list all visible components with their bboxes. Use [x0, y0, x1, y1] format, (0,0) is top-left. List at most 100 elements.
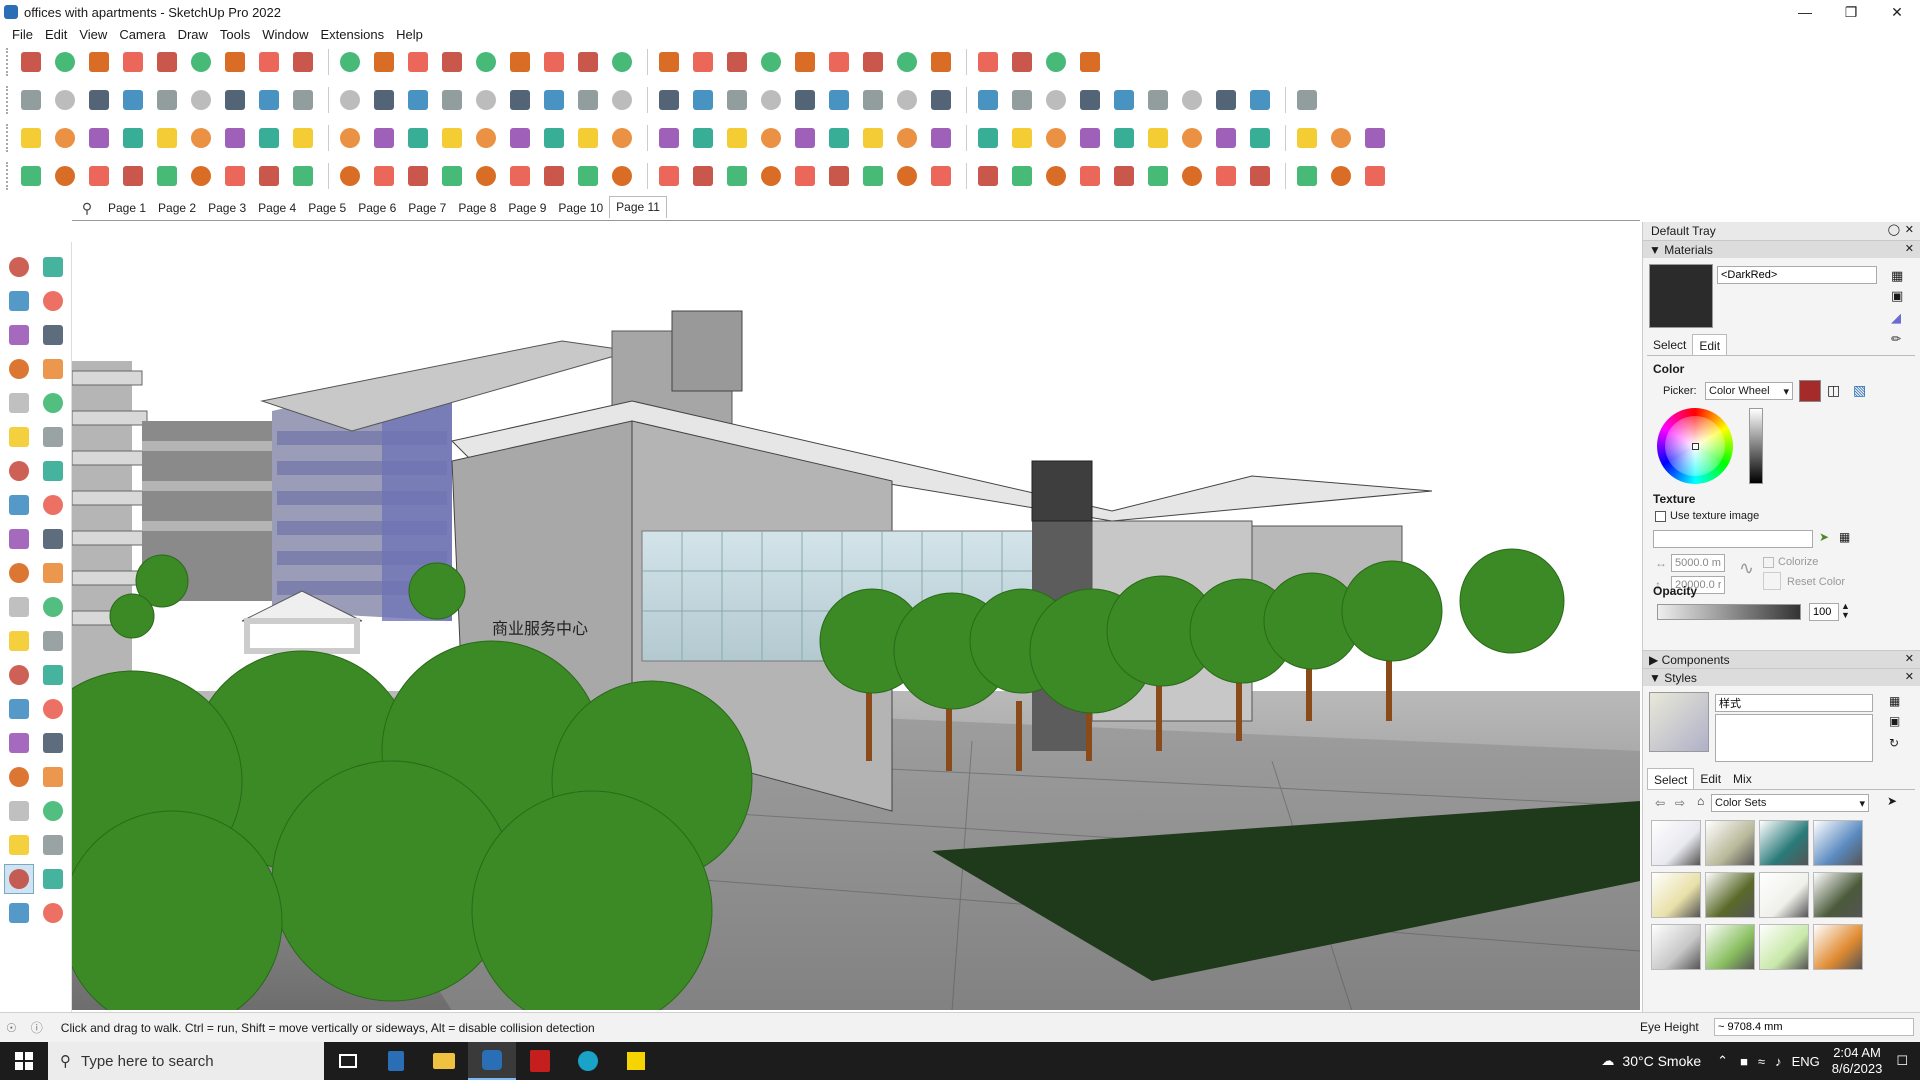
plugin-21-icon[interactable]: [722, 123, 752, 153]
plugin-28-icon[interactable]: [973, 123, 1003, 153]
plugin-26-icon[interactable]: [892, 123, 922, 153]
tape-icon[interactable]: [38, 320, 68, 350]
weather-text[interactable]: 30°C Smoke: [1622, 1053, 1701, 1069]
zoom-window-icon[interactable]: [38, 762, 68, 792]
line-19-icon[interactable]: [654, 161, 684, 191]
line-23-icon[interactable]: [790, 161, 820, 191]
sandbox-1-icon[interactable]: [722, 85, 752, 115]
plugin-25-icon[interactable]: [858, 123, 888, 153]
tray-overflow-icon[interactable]: ⌃: [1717, 1053, 1728, 1069]
create-style-icon[interactable]: ▣: [1889, 714, 1900, 728]
line-8-icon[interactable]: [254, 161, 284, 191]
color-wheel[interactable]: [1657, 408, 1733, 484]
plugin-39-icon[interactable]: [1360, 123, 1390, 153]
sandbox-7-icon[interactable]: [926, 85, 956, 115]
pan-icon[interactable]: [539, 47, 569, 77]
protractor-icon[interactable]: [4, 660, 34, 690]
style-thumbnail-item[interactable]: [1705, 872, 1755, 918]
style-name-field[interactable]: [1715, 694, 1873, 712]
plugin-9-icon[interactable]: [288, 123, 318, 153]
line-22-icon[interactable]: [756, 161, 786, 191]
home-icon[interactable]: ⌂: [1697, 794, 1704, 808]
toolbar-grip[interactable]: [6, 162, 10, 190]
geo-location-icon[interactable]: ☉: [6, 1021, 17, 1035]
left-view-icon[interactable]: [186, 85, 216, 115]
eraser-icon[interactable]: [84, 47, 114, 77]
arc-icon[interactable]: [4, 456, 34, 486]
line-39-icon[interactable]: [1360, 161, 1390, 191]
outliner-icon[interactable]: [38, 898, 68, 928]
plugin-22-icon[interactable]: [756, 123, 786, 153]
menu-tools[interactable]: Tools: [214, 27, 256, 42]
sandbox-5-icon[interactable]: [858, 85, 888, 115]
line-24-icon[interactable]: [824, 161, 854, 191]
ruby-icon[interactable]: [688, 85, 718, 115]
calculator-app-icon[interactable]: [372, 1042, 420, 1080]
minimize-button[interactable]: —: [1782, 0, 1828, 24]
warehouse-icon[interactable]: [1075, 47, 1105, 77]
menu-file[interactable]: File: [6, 27, 39, 42]
text-icon[interactable]: [38, 626, 68, 656]
line-13-icon[interactable]: [437, 161, 467, 191]
picker-select[interactable]: Color Wheel ▾: [1705, 382, 1793, 400]
tab-page-2[interactable]: Page 2: [152, 198, 202, 218]
front-view-icon[interactable]: [84, 85, 114, 115]
house-2-icon[interactable]: [539, 85, 569, 115]
use-texture-checkbox[interactable]: [1655, 510, 1666, 522]
plugin-33-icon[interactable]: [1143, 123, 1173, 153]
plugin-30-icon[interactable]: [1041, 123, 1071, 153]
reset-color-swatch[interactable]: [1763, 572, 1781, 590]
line-31-icon[interactable]: [1075, 161, 1105, 191]
texture-width-field[interactable]: [1671, 554, 1725, 572]
circle-icon[interactable]: [4, 422, 34, 452]
pan-icon[interactable]: [38, 728, 68, 758]
line-12-icon[interactable]: [403, 161, 433, 191]
scenes-icon[interactable]: [756, 47, 786, 77]
styles-header[interactable]: ▼ Styles ✕: [1643, 668, 1920, 686]
details-arrow-icon[interactable]: ➤: [1887, 794, 1897, 808]
follow-me-icon[interactable]: [254, 47, 284, 77]
follow-me-icon[interactable]: [38, 558, 68, 588]
plugin-37-icon[interactable]: [1292, 123, 1322, 153]
select-icon[interactable]: [50, 47, 80, 77]
opacity-spinner[interactable]: ▲ ▼: [1841, 602, 1850, 620]
solid-5-icon[interactable]: [1211, 85, 1241, 115]
zoom-extents-icon[interactable]: [4, 796, 34, 826]
style-thumbnail-item[interactable]: [1813, 872, 1863, 918]
axes-icon[interactable]: [926, 47, 956, 77]
reset-color-label[interactable]: Reset Color: [1787, 576, 1845, 588]
sandbox-9-icon[interactable]: [1007, 85, 1037, 115]
style-collection-select[interactable]: Color Sets ▾: [1711, 794, 1869, 812]
material-collection-icon[interactable]: ▦: [1891, 268, 1903, 284]
line-14-icon[interactable]: [471, 161, 501, 191]
toolbar-grip[interactable]: [6, 124, 10, 152]
line-10-icon[interactable]: [335, 161, 365, 191]
restore-button[interactable]: ❐: [1828, 0, 1874, 24]
components-close-icon[interactable]: ✕: [1905, 652, 1914, 665]
file-explorer-app-icon[interactable]: [420, 1042, 468, 1080]
tab-page-8[interactable]: Page 8: [452, 198, 502, 218]
tab-page-1[interactable]: Page 1: [102, 198, 152, 218]
offset-icon[interactable]: [38, 592, 68, 622]
eyedropper-icon[interactable]: ✏: [1891, 332, 1901, 346]
tab-styles-mix[interactable]: Mix: [1727, 768, 1758, 789]
current-color-swatch[interactable]: [1799, 380, 1821, 402]
plugin-4-icon[interactable]: [118, 123, 148, 153]
plugin-19-icon[interactable]: [654, 123, 684, 153]
style-thumbnail-item[interactable]: [1759, 872, 1809, 918]
tape-measure-icon[interactable]: [4, 626, 34, 656]
toolbar-grip[interactable]: [6, 48, 10, 76]
line-17-icon[interactable]: [573, 161, 603, 191]
plugin-6-icon[interactable]: [186, 123, 216, 153]
redo-icon[interactable]: [1041, 47, 1071, 77]
opacity-value-field[interactable]: [1809, 603, 1839, 621]
scale-icon[interactable]: [4, 592, 34, 622]
task-view-icon[interactable]: [324, 1042, 372, 1080]
menu-draw[interactable]: Draw: [172, 27, 214, 42]
plugin-32-icon[interactable]: [1109, 123, 1139, 153]
line-20-icon[interactable]: [688, 161, 718, 191]
plugin-14-icon[interactable]: [471, 123, 501, 153]
sandbox-2-icon[interactable]: [756, 85, 786, 115]
zoom-window-icon[interactable]: [573, 47, 603, 77]
rectangle-icon[interactable]: [4, 388, 34, 418]
